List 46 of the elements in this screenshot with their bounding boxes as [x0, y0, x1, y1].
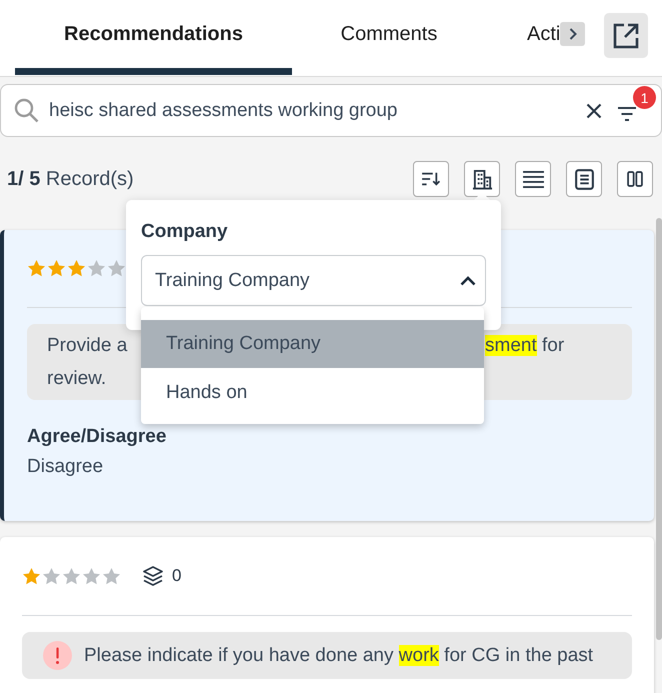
building-icon: [472, 168, 492, 190]
record-count: 1/ 5 Record(s): [7, 168, 135, 190]
star-icon: [107, 258, 126, 278]
star-icon: [67, 258, 86, 278]
detail-view-button[interactable]: [566, 161, 602, 197]
question-text: sment for: [485, 334, 564, 358]
star-icon: [27, 258, 46, 278]
chevron-right-icon: [568, 27, 578, 41]
star-icon: [22, 566, 41, 586]
layers-icon: [142, 565, 164, 587]
answer-label: Agree/Disagree: [27, 425, 168, 449]
close-icon: [586, 102, 602, 118]
column-view-button[interactable]: [617, 161, 653, 197]
dropdown-option[interactable]: Training Company: [141, 320, 484, 368]
list-icon: [522, 170, 544, 188]
scrollbar-thumb[interactable]: [656, 218, 662, 640]
filter-button[interactable]: [617, 106, 637, 122]
star-icon: [62, 566, 81, 586]
star-icon: [87, 258, 106, 278]
tab[interactable]: Comments: [292, 0, 486, 75]
search-field[interactable]: heisc shared assessments working group 1: [0, 84, 662, 137]
company-select[interactable]: Training Company: [141, 255, 486, 306]
external-link-icon: [613, 22, 640, 48]
tab[interactable]: Acti: [486, 0, 560, 75]
clear-search-button[interactable]: [586, 102, 602, 118]
question-text: Provide a: [47, 334, 128, 358]
document-icon: [574, 168, 594, 190]
question-text: review.: [47, 368, 106, 389]
attachment-count: 0: [172, 566, 182, 586]
tab[interactable]: Recommendations: [15, 0, 292, 75]
sort-button[interactable]: [413, 161, 449, 197]
star-icon: [47, 258, 66, 278]
filter-icon: [617, 106, 637, 122]
scroll-tabs-button[interactable]: [560, 22, 586, 46]
filter-count-badge: 1: [633, 86, 656, 109]
list-view-button[interactable]: [515, 161, 551, 197]
search-icon: [14, 98, 39, 123]
company-filter-button[interactable]: [464, 161, 500, 197]
star-icon: [82, 566, 101, 586]
open-in-new-window-button[interactable]: [604, 13, 648, 58]
dropdown-option[interactable]: Hands on: [141, 370, 484, 416]
columns-icon: [627, 171, 643, 187]
star-icon: [42, 566, 61, 586]
answer-text: Disagree: [27, 455, 104, 479]
sort-icon: [421, 171, 441, 187]
star-icon: [102, 566, 121, 586]
